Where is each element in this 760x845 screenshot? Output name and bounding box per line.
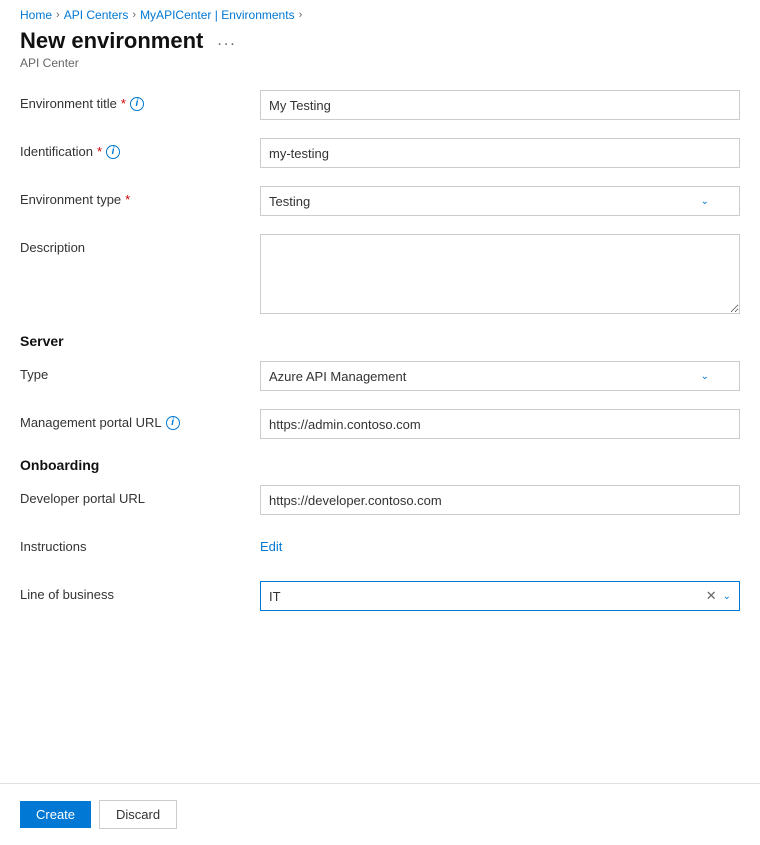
instructions-row: Instructions Edit: [20, 533, 740, 565]
environment-title-label: Environment title * i: [20, 90, 260, 111]
environment-title-info-icon[interactable]: i: [130, 97, 144, 111]
main-content: New environment ... API Center Environme…: [0, 28, 760, 783]
description-row: Description: [20, 234, 740, 317]
management-url-info-icon[interactable]: i: [166, 416, 180, 430]
server-type-chevron-icon: ⌄: [701, 371, 709, 382]
env-type-required: *: [125, 192, 130, 207]
breadcrumb-sep-1: ›: [56, 9, 60, 21]
server-type-select-wrapper: Azure API Management ⌄: [260, 361, 740, 391]
identification-control: [260, 138, 740, 168]
discard-button[interactable]: Discard: [99, 800, 177, 829]
lob-input-wrapper[interactable]: IT ✕ ⌄: [260, 581, 740, 611]
environment-type-select[interactable]: Testing ⌄: [260, 186, 740, 216]
environment-title-row: Environment title * i: [20, 90, 740, 122]
environment-type-control: Testing ⌄: [260, 186, 740, 216]
environment-type-chevron-icon: ⌄: [701, 196, 709, 207]
lob-row: Line of business IT ✕ ⌄: [20, 581, 740, 613]
identification-row: Identification * i: [20, 138, 740, 170]
breadcrumb-sep-3: ›: [299, 9, 303, 21]
developer-url-label: Developer portal URL: [20, 485, 260, 506]
developer-url-input[interactable]: [260, 485, 740, 515]
server-type-row: Type Azure API Management ⌄: [20, 361, 740, 393]
server-section-header: Server: [20, 333, 740, 349]
instructions-label: Instructions: [20, 533, 260, 554]
footer: Create Discard: [0, 784, 760, 845]
create-button[interactable]: Create: [20, 801, 91, 828]
instructions-control: Edit: [260, 533, 740, 554]
environment-title-input[interactable]: [260, 90, 740, 120]
identification-required: *: [97, 144, 102, 159]
instructions-edit-link[interactable]: Edit: [260, 533, 282, 554]
description-textarea[interactable]: [260, 234, 740, 314]
breadcrumb: Home › API Centers › MyAPICenter | Envir…: [0, 0, 760, 28]
required-asterisk: *: [121, 96, 126, 111]
identification-input[interactable]: [260, 138, 740, 168]
lob-control: IT ✕ ⌄: [260, 581, 740, 611]
identification-info-icon[interactable]: i: [106, 145, 120, 159]
description-control: [260, 234, 740, 317]
server-type-label: Type: [20, 361, 260, 382]
developer-url-control: [260, 485, 740, 515]
breadcrumb-myapicenter[interactable]: MyAPICenter | Environments: [140, 8, 295, 22]
environment-title-control: [260, 90, 740, 120]
server-type-select[interactable]: Azure API Management ⌄: [260, 361, 740, 391]
management-url-control: [260, 409, 740, 439]
lob-clear-icon[interactable]: ✕: [706, 588, 717, 604]
page-header: New environment ...: [20, 28, 740, 54]
page-subtitle: API Center: [20, 56, 740, 70]
lob-icons: ✕ ⌄: [706, 588, 731, 604]
onboarding-section-header: Onboarding: [20, 457, 740, 473]
environment-type-select-wrapper: Testing ⌄: [260, 186, 740, 216]
breadcrumb-api-centers[interactable]: API Centers: [64, 8, 129, 22]
developer-url-row: Developer portal URL: [20, 485, 740, 517]
description-label: Description: [20, 234, 260, 255]
server-type-control: Azure API Management ⌄: [260, 361, 740, 391]
management-url-label: Management portal URL i: [20, 409, 260, 430]
environment-type-label: Environment type *: [20, 186, 260, 207]
lob-value: IT: [269, 589, 706, 604]
page-title: New environment: [20, 28, 203, 54]
management-url-input[interactable]: [260, 409, 740, 439]
management-url-row: Management portal URL i: [20, 409, 740, 441]
breadcrumb-home[interactable]: Home: [20, 8, 52, 22]
breadcrumb-sep-2: ›: [132, 9, 136, 21]
environment-type-row: Environment type * Testing ⌄: [20, 186, 740, 218]
environment-type-value: Testing: [269, 194, 310, 209]
ellipsis-button[interactable]: ...: [211, 30, 242, 52]
server-type-value: Azure API Management: [269, 369, 406, 384]
lob-chevron-icon[interactable]: ⌄: [723, 591, 731, 602]
identification-label: Identification * i: [20, 138, 260, 159]
lob-label: Line of business: [20, 581, 260, 602]
